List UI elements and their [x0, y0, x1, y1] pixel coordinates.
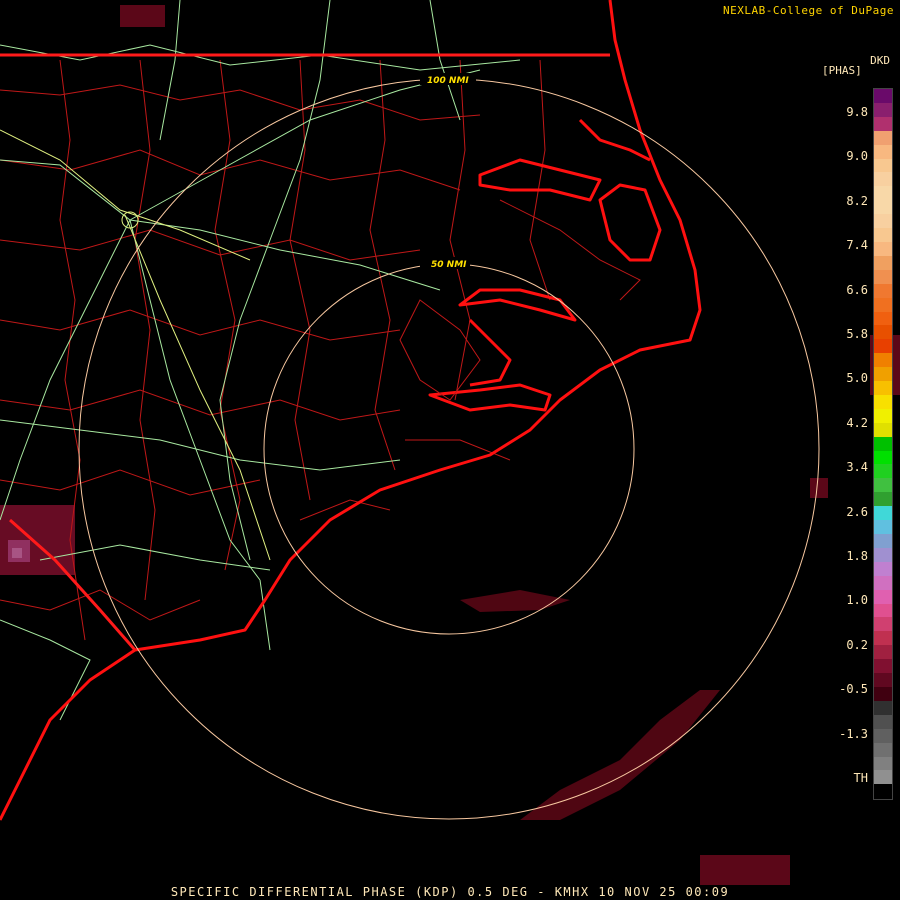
color-scale-tick: 3.4: [846, 460, 868, 475]
color-scale-segment: [874, 561, 892, 576]
color-scale-segment: [874, 700, 892, 715]
color-scale-segment: [874, 200, 892, 215]
color-scale-tick: 4.2: [846, 415, 868, 430]
color-scale-segment: [874, 686, 892, 701]
color-scale-segment: [874, 283, 892, 298]
product-footer: SPECIFIC DIFFERENTIAL PHASE (KDP) 0.5 DE…: [170, 885, 730, 899]
color-scale-tick: 5.8: [846, 327, 868, 341]
color-scale-segment: [874, 464, 892, 479]
color-scale-segment: [874, 89, 892, 103]
color-scale-tick: 1.8: [846, 549, 868, 563]
color-scale-tick: 2.6: [846, 504, 868, 519]
range-label-100: 100 NMI: [427, 76, 469, 86]
color-scale-segment: [874, 269, 892, 284]
product-code: DKD: [870, 54, 890, 67]
color-scale-segment: [874, 603, 892, 618]
color-scale-segment: [874, 311, 892, 326]
color-scale-segment: [874, 506, 892, 521]
color-scale-segment: [874, 241, 892, 256]
color-scale-tick: 6.6: [846, 282, 868, 297]
color-scale-segment: [874, 130, 892, 145]
color-scale-segment: [874, 534, 892, 548]
color-scale-segment: [874, 673, 892, 687]
color-scale-segment: [874, 325, 892, 340]
color-scale-segment: [874, 214, 892, 229]
radar-map[interactable]: 50 NMI 100 NMI: [0, 0, 900, 900]
color-scale-segment: [874, 353, 892, 368]
color-scale-segment: [874, 381, 892, 395]
color-scale-segment: [874, 394, 892, 409]
color-scale-segment: [874, 770, 892, 785]
color-scale-segment: [874, 589, 892, 604]
color-scale-segment: [874, 728, 892, 743]
color-scale-segment: [874, 172, 892, 187]
color-scale-segment: [874, 547, 892, 562]
color-scale-tick: 1.0: [846, 593, 868, 608]
color-scale-tick: 5.0: [846, 371, 868, 386]
color-scale-segment: [874, 102, 892, 117]
color-scale-segment: [874, 784, 892, 799]
color-scale-tick: 8.2: [846, 193, 868, 208]
product-unit: [PHAS]: [822, 64, 862, 77]
color-scale-tick: TH: [853, 771, 868, 785]
color-scale-segment: [874, 631, 892, 646]
color-scale-segment: [874, 367, 892, 382]
color-scale-segment: [874, 186, 892, 201]
color-scale-segment: [874, 297, 892, 312]
color-scale-segment: [874, 228, 892, 242]
color-scale-tick: -0.5: [839, 682, 868, 697]
color-scale-segment: [874, 436, 892, 451]
color-scale-segment: [874, 575, 892, 590]
color-scale-tick: 7.4: [846, 238, 868, 253]
color-scale-segment: [874, 422, 892, 437]
color-scale-tick: 9.0: [846, 149, 868, 164]
range-label-50: 50 NMI: [431, 260, 467, 270]
color-scale-segment: [874, 116, 892, 131]
color-scale-segment: [874, 255, 892, 270]
color-scale-segment: [874, 714, 892, 729]
credit-text: NEXLAB-College of DuPage: [723, 4, 894, 17]
color-scale-segment: [874, 158, 892, 173]
color-scale-segment: [874, 144, 892, 159]
color-scale-bar: [873, 88, 893, 800]
color-scale-segment: [874, 408, 892, 423]
color-scale-segment: [874, 520, 892, 534]
color-scale-tick: 9.8: [846, 105, 868, 119]
color-scale-segment: [874, 659, 892, 674]
color-scale-segment: [874, 450, 892, 465]
color-scale-segment: [874, 742, 892, 757]
color-scale-segment: [874, 492, 892, 507]
color-scale-segment: [874, 645, 892, 660]
color-scale-tick: -1.3: [839, 726, 868, 741]
color-scale-segment: [874, 478, 892, 493]
color-scale-segment: [874, 339, 892, 354]
color-scale-tick: 0.2: [846, 637, 868, 652]
color-scale-segment: [874, 756, 892, 771]
color-scale-segment: [874, 617, 892, 632]
